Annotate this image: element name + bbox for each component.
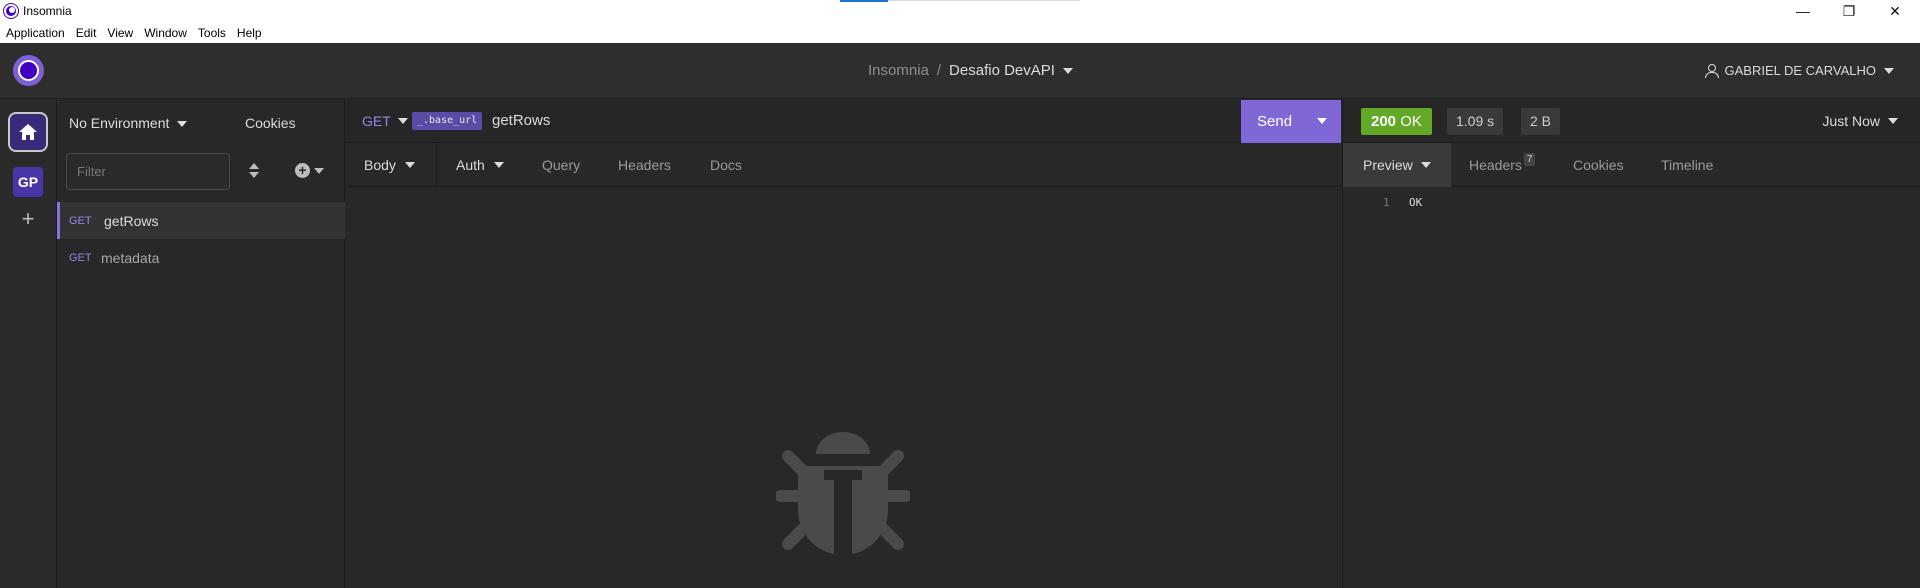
workspace-rail: GP + [0, 100, 57, 588]
title-focus-strip [840, 0, 1080, 2]
tab-docs[interactable]: Docs [710, 143, 742, 187]
user-icon [1704, 64, 1719, 78]
request-method: GET [69, 251, 92, 264]
tab-query[interactable]: Query [542, 143, 580, 187]
request-tabs: Body Auth Query Headers Docs [346, 143, 1341, 187]
bug-icon [776, 432, 910, 558]
request-sidebar: No Environment Cookies + GET getRows GET… [57, 100, 345, 588]
window-title: Insomnia [23, 4, 72, 18]
filter-input[interactable] [66, 153, 230, 190]
chevron-down-icon [177, 121, 188, 128]
breadcrumb-project[interactable]: Desafio DevAPI [949, 62, 1073, 79]
request-item-getrows[interactable]: GET getRows [57, 202, 345, 239]
request-url-bar: GET _.base_url getRows Send [346, 100, 1341, 143]
base-url-variable-tag[interactable]: _.base_url [412, 112, 483, 130]
chevron-down-icon [493, 162, 504, 168]
menu-window[interactable]: Window [144, 26, 187, 40]
user-menu[interactable]: GABRIEL DE CARVALHO [1704, 63, 1894, 78]
chevron-down-icon [1062, 68, 1073, 75]
chevron-down-icon [397, 118, 408, 124]
menu-edit[interactable]: Edit [76, 26, 97, 40]
environment-label: No Environment [69, 115, 170, 131]
add-request-button[interactable]: + [295, 163, 324, 178]
request-method: GET [69, 214, 92, 227]
send-button[interactable]: Send [1241, 100, 1341, 143]
home-icon [19, 124, 37, 140]
add-workspace-icon[interactable]: + [17, 208, 39, 230]
tab-auth[interactable]: Auth [456, 143, 504, 187]
tab-preview-label: Preview [1363, 157, 1413, 173]
tab-response-headers[interactable]: Headers 7 [1469, 143, 1536, 187]
breadcrumb-separator: / [936, 62, 942, 79]
tab-divider [436, 143, 437, 187]
request-name: metadata [101, 249, 160, 266]
breadcrumb: Insomnia / Desafio DevAPI [868, 62, 1073, 79]
window-titlebar: Insomnia — ❐ ✕ [0, 0, 1920, 22]
app-header: Insomnia / Desafio DevAPI GABRIEL DE CAR… [0, 43, 1920, 99]
maximize-button[interactable]: ❐ [1826, 0, 1872, 22]
response-line: OK [1409, 196, 1423, 209]
minimize-button[interactable]: — [1780, 0, 1826, 22]
menu-help[interactable]: Help [237, 26, 262, 40]
headers-count-badge: 7 [1523, 152, 1536, 166]
status-code: 200 [1371, 113, 1397, 130]
tab-body[interactable]: Body [364, 143, 415, 187]
breadcrumb-app[interactable]: Insomnia [868, 62, 929, 79]
insomnia-logo-icon[interactable] [13, 55, 44, 86]
tab-auth-label: Auth [456, 157, 485, 173]
method-label: GET [362, 113, 391, 129]
response-history-select[interactable]: Just Now [1822, 113, 1898, 129]
menu-bar: Application Edit View Window Tools Help [0, 22, 1920, 43]
insomnia-app-icon [4, 4, 18, 18]
line-number: 1 [1383, 196, 1390, 209]
cookies-button[interactable]: Cookies [245, 115, 296, 131]
chevron-down-icon [404, 162, 415, 168]
chevron-down-icon [314, 167, 324, 174]
status-text: OK [1400, 113, 1422, 130]
response-size-badge: 2 B [1521, 108, 1561, 135]
url-input[interactable]: getRows [492, 112, 550, 129]
send-options-chevron-icon[interactable] [1317, 118, 1327, 124]
method-select[interactable]: GET [362, 113, 408, 129]
send-label: Send [1257, 113, 1293, 130]
tab-preview[interactable]: Preview [1343, 143, 1451, 187]
tab-headers[interactable]: Headers [618, 143, 671, 187]
response-status-bar: 200 OK 1.09 s 2 B Just Now [1342, 100, 1920, 143]
home-button[interactable] [8, 112, 48, 152]
user-name: GABRIEL DE CARVALHO [1724, 63, 1876, 78]
tab-response-cookies[interactable]: Cookies [1573, 143, 1624, 187]
request-item-metadata[interactable]: GET metadata [57, 239, 345, 276]
response-tabs: Preview Headers 7 Cookies Timeline [1342, 143, 1920, 187]
menu-view[interactable]: View [107, 26, 133, 40]
project-name: Desafio DevAPI [949, 62, 1055, 79]
tab-timeline[interactable]: Timeline [1661, 143, 1713, 187]
request-name: getRows [104, 212, 159, 229]
response-body[interactable]: 1 OK [1342, 187, 1920, 588]
tab-response-headers-label: Headers [1469, 157, 1522, 173]
chevron-down-icon [1420, 162, 1431, 168]
chevron-down-icon [1884, 67, 1894, 74]
chevron-down-icon [1888, 118, 1898, 124]
menu-application[interactable]: Application [6, 26, 65, 40]
plus-circle-icon: + [295, 163, 310, 178]
status-badge: 200 OK [1361, 108, 1432, 135]
workspace-avatar[interactable]: GP [13, 167, 43, 197]
history-label: Just Now [1822, 113, 1880, 129]
close-button[interactable]: ✕ [1872, 0, 1918, 22]
tab-body-label: Body [364, 157, 396, 173]
environment-select[interactable]: No Environment [69, 115, 188, 131]
response-time-badge: 1.09 s [1447, 108, 1504, 135]
sort-icon[interactable] [248, 162, 260, 180]
menu-tools[interactable]: Tools [198, 26, 226, 40]
